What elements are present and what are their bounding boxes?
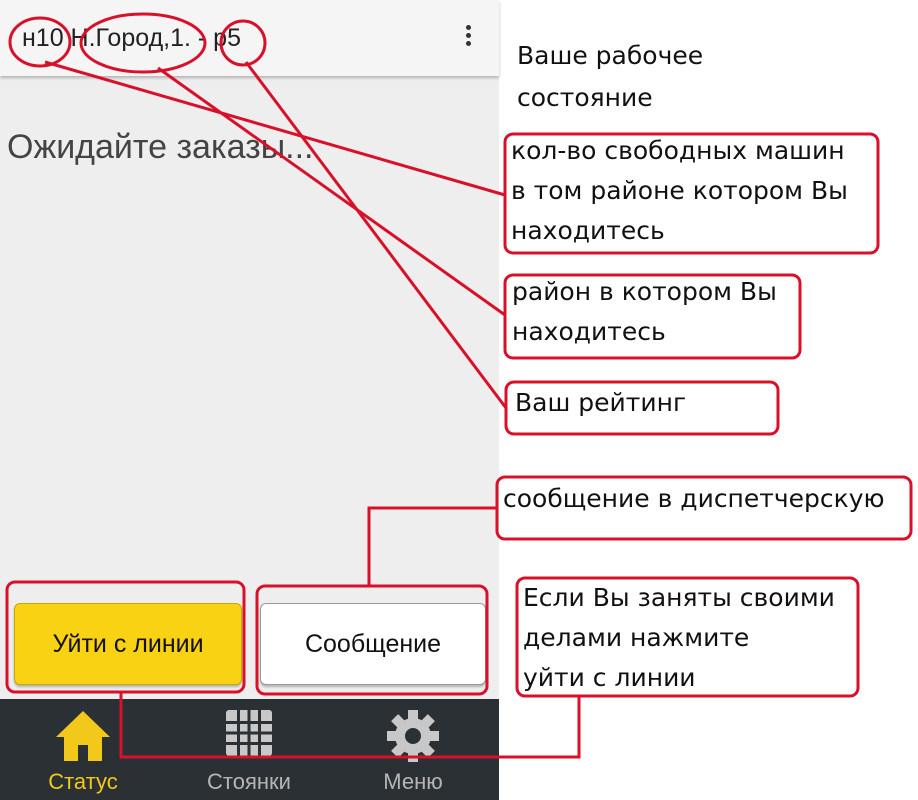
canvas: н10 Н.Город,1. - р5 Ожидайте заказы... У…: [0, 0, 918, 800]
annotation-rating: Ваш рейтинг: [515, 388, 687, 417]
annotation-free-cars: кол-во свободных машин в том районе кото…: [511, 136, 848, 245]
nav-item-status[interactable]: Статус: [0, 699, 166, 800]
annotation-district: район в котором Вы находитесь: [512, 277, 777, 346]
nav-label-menu: Меню: [383, 769, 443, 794]
app-bar-title: н10 Н.Город,1. - р5: [22, 24, 241, 52]
more-vert-icon[interactable]: [458, 22, 478, 52]
nav-label-parking: Стоянки: [207, 769, 291, 794]
annotation-leave: Если Вы заняты своими делами нажмите уйт…: [523, 583, 835, 692]
leave-line-button[interactable]: Уйти с линии: [14, 603, 242, 685]
annotation-message: сообщение в диспетчерскую: [503, 484, 885, 513]
home-icon: [56, 711, 110, 761]
app-bar: н10 Н.Город,1. - р5: [0, 0, 499, 76]
nav-item-parking[interactable]: Стоянки: [166, 699, 332, 800]
bottom-navigation: Статус Стоянки Меню: [0, 699, 499, 800]
annotation-work-state: Ваше рабочее состояние: [517, 41, 704, 112]
grid-icon: [226, 710, 272, 756]
nav-label-status: Статус: [48, 769, 118, 794]
gear-icon: [387, 710, 439, 762]
nav-item-menu[interactable]: Меню: [330, 699, 496, 800]
message-button[interactable]: Сообщение: [260, 603, 486, 685]
status-text: Ожидайте заказы...: [7, 128, 314, 166]
phone-screen: н10 Н.Город,1. - р5 Ожидайте заказы... У…: [0, 0, 499, 800]
